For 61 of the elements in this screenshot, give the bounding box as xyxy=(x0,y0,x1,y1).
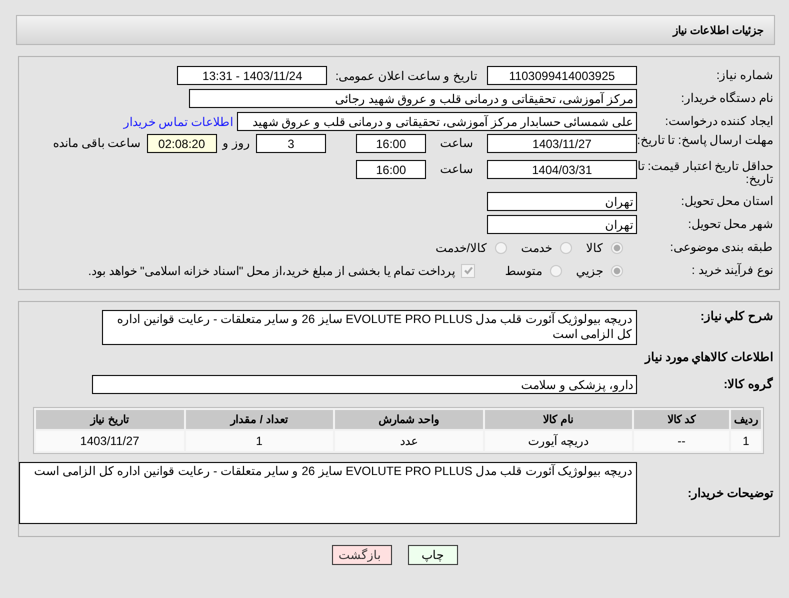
need-number-field: 1103099414003925 xyxy=(487,66,637,85)
section-heading: اطلاعات کالاهاي مورد نياز xyxy=(643,350,774,364)
field-label: شهر محل تحویل: xyxy=(686,218,774,231)
description-textarea[interactable]: دریچه بیولوژیک آئورت قلب مدل EVOLUTE PRO PLLUS سایز 26 و سایر متعلقات - رعایت قوانین اداره کل الزامی است xyxy=(102,310,637,345)
field-label: ایجاد کننده درخواست: xyxy=(664,115,774,128)
days-field: 3 xyxy=(256,134,326,153)
field-label: استان محل تحویل: xyxy=(680,195,774,208)
print-button[interactable]: چاپ xyxy=(408,545,458,565)
field-label: تاریخ و ساعت اعلان عمومی: xyxy=(335,68,477,82)
column-header: تعداد / مقدار xyxy=(186,410,333,429)
validity-time-field: 16:00 xyxy=(356,160,426,179)
validity-date-field: 1404/03/31 xyxy=(487,160,637,179)
radio-button[interactable] xyxy=(560,242,572,254)
field-label: گروه کالا: xyxy=(722,378,774,391)
radio-label: متوسط xyxy=(505,264,542,278)
page-title: جزئیات اطلاعات نیاز xyxy=(672,24,764,36)
column-header: ردیف xyxy=(731,410,761,429)
radio-button[interactable] xyxy=(550,264,562,276)
radio-label: خدمت xyxy=(521,240,552,254)
payment-note: پرداخت تمام یا بخشی از مبلغ خرید،از محل "اسناد خزانه اسلامی" خواهد بود. xyxy=(88,264,455,278)
field-label: ساعت xyxy=(440,161,473,178)
field-label: مهلت ارسال پاسخ: تا تاریخ: xyxy=(637,134,774,147)
checkbox[interactable] xyxy=(461,264,475,278)
table-cell: 1 xyxy=(186,431,333,451)
field-label: شماره نیاز: xyxy=(715,69,774,82)
buyer-notes-textarea[interactable]: دریچه بیولوژیک آئورت قلب مدل EVOLUTE PRO PLLUS سایز 26 و سایر متعلقات - رعایت قوانین اداره کل الزامی است xyxy=(19,462,637,524)
province-field: تهران xyxy=(487,192,637,211)
radio-label: کالا/خدمت xyxy=(436,240,487,254)
field-label: نوع فرآیند خرید : xyxy=(690,264,774,277)
table-cell: دریچه آیورت xyxy=(484,431,632,451)
field-label: توضیحات خریدار: xyxy=(686,486,774,500)
radio-button[interactable] xyxy=(495,242,507,254)
column-header: تاریخ نیاز xyxy=(36,410,184,429)
radio-button[interactable] xyxy=(611,242,623,254)
radio-button[interactable] xyxy=(611,264,623,276)
field-label: شرح کلي نياز: xyxy=(699,310,774,323)
table-cell: عدد xyxy=(335,431,482,451)
city-field: تهران xyxy=(487,215,637,234)
radio-label: کالا xyxy=(586,240,603,254)
field-label: طبقه بندی موضوعی: xyxy=(668,241,774,254)
deadline-time-field: 16:00 xyxy=(356,134,426,153)
remaining-time-field: 02:08:20 xyxy=(146,134,217,153)
table-cell: 1 xyxy=(731,431,761,451)
column-header: نام کالا xyxy=(484,410,632,429)
deadline-date-field: 1403/11/27 xyxy=(487,134,637,153)
table-cell: 1403/11/27 xyxy=(36,431,184,451)
creator-field: علی شمسائی حسابدار مرکز آموزشی، تحقیقاتی و درمانی قلب و عروق شهید xyxy=(237,112,637,131)
announce-date-field: 1403/11/24 - 13:31 xyxy=(177,66,328,85)
field-label: حداقل تاریخ اعتبار قیمت: تا تاریخ: xyxy=(637,160,774,186)
column-header: واحد شمارش xyxy=(335,410,482,429)
table-cell: -- xyxy=(634,431,729,451)
field-label: روز و xyxy=(222,135,250,152)
field-label: ساعت xyxy=(440,135,473,152)
back-button[interactable]: بازگشت xyxy=(332,545,392,565)
goods-group-field: دارو، پزشکی و سلامت xyxy=(92,375,637,394)
field-label: ساعت باقی مانده xyxy=(52,135,141,152)
radio-label: جزیي xyxy=(576,264,603,278)
column-header: کد کالا xyxy=(634,410,729,429)
buyer-contact-link[interactable]: اطلاعات تماس خریدار xyxy=(123,114,233,128)
field-label: نام دستگاه خریدار: xyxy=(680,92,774,105)
buyer-org-field: مرکز آموزشی، تحقیقاتی و درمانی قلب و عروق شهید رجائی xyxy=(189,89,637,108)
